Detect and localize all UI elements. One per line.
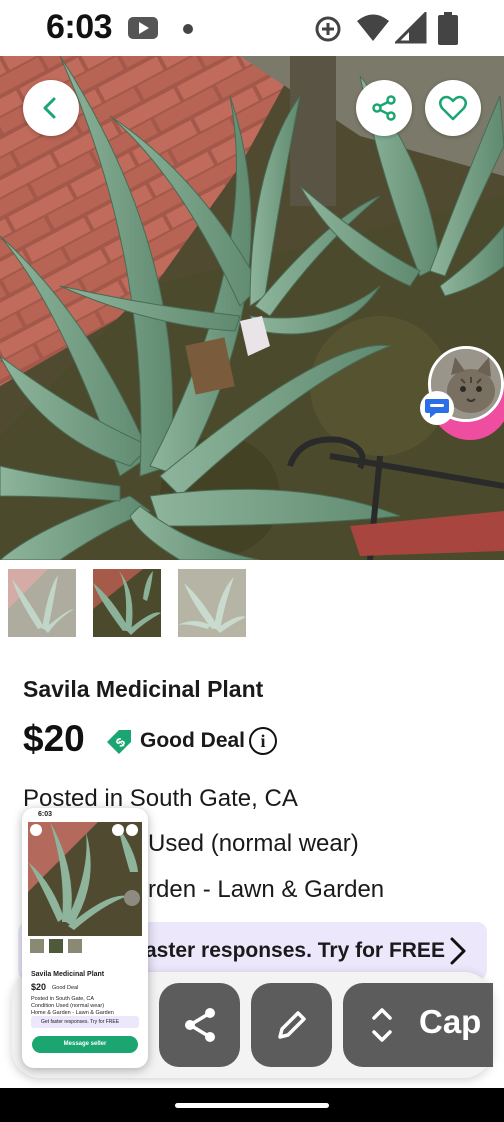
share-icon xyxy=(372,95,396,121)
listing-photo[interactable] xyxy=(0,56,504,560)
listing-price: $20 xyxy=(23,718,85,759)
status-bar: 6:03 xyxy=(0,0,504,56)
capture-label: Cap xyxy=(419,1003,482,1040)
condition-value: Used (normal wear) xyxy=(148,830,359,857)
deal-tag-icon: $ xyxy=(107,730,131,754)
preview-thumbnail-1 xyxy=(30,939,44,953)
favorite-button[interactable] xyxy=(425,80,481,136)
deal-label: Good Deal xyxy=(140,729,246,752)
data-saver-icon xyxy=(315,16,341,42)
thumbnail-1[interactable] xyxy=(8,569,76,637)
chat-bubble-icon xyxy=(425,399,449,418)
back-button[interactable] xyxy=(23,80,79,136)
preview-deal: Good Deal xyxy=(52,985,79,991)
preview-thumbnail-2 xyxy=(49,939,63,953)
preview-message-button: Message seller xyxy=(32,1036,138,1053)
screenshot-edit-button[interactable] xyxy=(251,983,332,1067)
youtube-icon xyxy=(128,17,158,39)
preview-condition: Condition Used (normal wear) xyxy=(31,1003,105,1009)
pencil-icon xyxy=(277,1011,306,1039)
preview-posted: Posted in South Gate, CA xyxy=(31,996,94,1002)
capture-more-button[interactable]: Cap xyxy=(343,983,493,1067)
screenshot-preview[interactable]: 6:03 Savila Medicinal Plant $20 Good Dea… xyxy=(22,808,148,1068)
chevron-right-icon xyxy=(450,937,466,965)
heart-icon xyxy=(439,95,467,121)
thumbnail-2[interactable] xyxy=(93,569,161,637)
preview-photo xyxy=(28,822,142,936)
notification-dot-icon xyxy=(183,24,193,34)
aloe-plant-image xyxy=(0,56,504,560)
preview-title: Savila Medicinal Plant xyxy=(31,971,105,978)
info-icon[interactable]: i xyxy=(249,727,277,755)
navigation-bar xyxy=(0,1088,504,1122)
preview-price: $20 xyxy=(31,982,47,992)
chevron-left-icon xyxy=(43,97,56,119)
promo-text: aster responses. Try for FREE xyxy=(145,939,445,962)
expand-vertical-icon xyxy=(372,1008,392,1042)
preview-time: 6:03 xyxy=(38,811,53,818)
preview-thumbnail-3 xyxy=(68,939,82,953)
cell-signal-icon xyxy=(395,12,427,44)
chat-button[interactable] xyxy=(420,391,454,425)
thumbnail-strip xyxy=(8,569,246,637)
share-icon xyxy=(184,1008,215,1042)
home-gesture-handle[interactable] xyxy=(175,1103,329,1108)
battery-icon xyxy=(438,12,458,45)
category-value[interactable]: rden - Lawn & Garden xyxy=(148,876,384,904)
wifi-icon xyxy=(357,14,389,41)
share-button[interactable] xyxy=(356,80,412,136)
screenshot-share-button[interactable] xyxy=(159,983,240,1067)
thumbnail-3[interactable] xyxy=(178,569,246,637)
listing-title: Savila Medicinal Plant xyxy=(23,676,264,702)
preview-promo: Get faster responses. Try for FREE xyxy=(31,1016,139,1028)
status-time: 6:03 xyxy=(46,8,113,46)
